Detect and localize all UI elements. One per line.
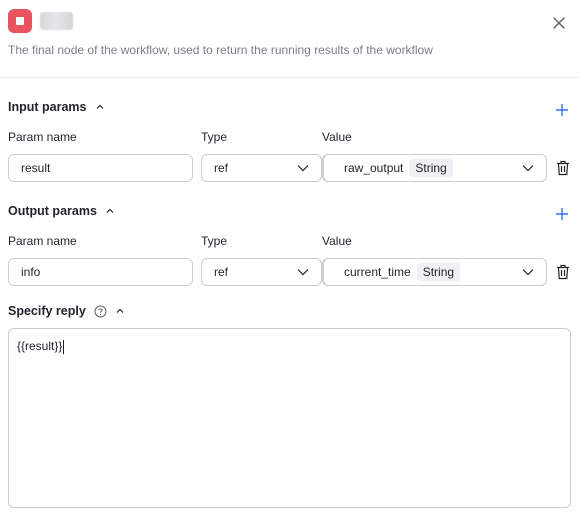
node-title-blurred	[40, 12, 73, 30]
specify-reply-header[interactable]: Specify reply	[8, 304, 125, 318]
chevron-down-icon	[522, 269, 534, 276]
input-params-title: Input params	[8, 100, 87, 114]
add-output-param-icon[interactable]	[554, 206, 570, 222]
output-param-type-select[interactable]: ref	[201, 258, 322, 286]
specify-reply-title: Specify reply	[8, 304, 86, 318]
input-params-header[interactable]: Input params	[8, 100, 105, 114]
chevron-down-icon	[522, 165, 534, 172]
input-param-value-type-tag: String	[409, 159, 453, 177]
output-params-title: Output params	[8, 204, 97, 218]
output-param-name-field[interactable]: info	[8, 258, 193, 286]
output-param-name-text: info	[21, 265, 41, 279]
output-param-type-text: ref	[214, 265, 229, 279]
reply-content: {{result}}	[17, 339, 63, 353]
output-param-value-text: current_time	[344, 265, 411, 279]
input-col-value: Value	[322, 130, 352, 144]
help-icon[interactable]	[94, 305, 107, 318]
output-param-value-type-tag: String	[416, 263, 461, 281]
input-param-type-select[interactable]: ref	[201, 154, 322, 182]
input-param-name-text: result	[21, 161, 51, 175]
input-param-name-field[interactable]: result	[8, 154, 193, 182]
output-param-value-select[interactable]: current_time String	[322, 258, 547, 286]
input-param-value-text: raw_output	[344, 161, 404, 175]
chevron-down-icon	[297, 269, 309, 276]
output-col-type: Type	[201, 234, 228, 248]
trash-icon[interactable]	[556, 264, 570, 280]
output-col-param-name: Param name	[8, 234, 77, 248]
input-col-param-name: Param name	[8, 130, 77, 144]
input-param-value-select[interactable]: raw_output String	[322, 154, 547, 182]
end-node-icon	[8, 9, 32, 33]
output-col-value: Value	[322, 234, 352, 248]
chevron-up-icon[interactable]	[95, 102, 105, 112]
chevron-up-icon[interactable]	[105, 206, 115, 216]
add-input-param-icon[interactable]	[554, 102, 570, 118]
node-header: The final node of the workflow, used to …	[0, 0, 581, 78]
chevron-down-icon	[297, 165, 309, 172]
input-col-type: Type	[201, 130, 228, 144]
close-icon[interactable]	[549, 13, 569, 33]
text-caret	[63, 339, 65, 354]
node-description: The final node of the workflow, used to …	[8, 43, 433, 57]
trash-icon[interactable]	[556, 160, 570, 176]
chevron-up-icon[interactable]	[115, 306, 125, 316]
input-param-type-text: ref	[214, 161, 229, 175]
reply-textarea[interactable]: {{result}}	[8, 328, 571, 508]
output-params-header[interactable]: Output params	[8, 204, 115, 218]
